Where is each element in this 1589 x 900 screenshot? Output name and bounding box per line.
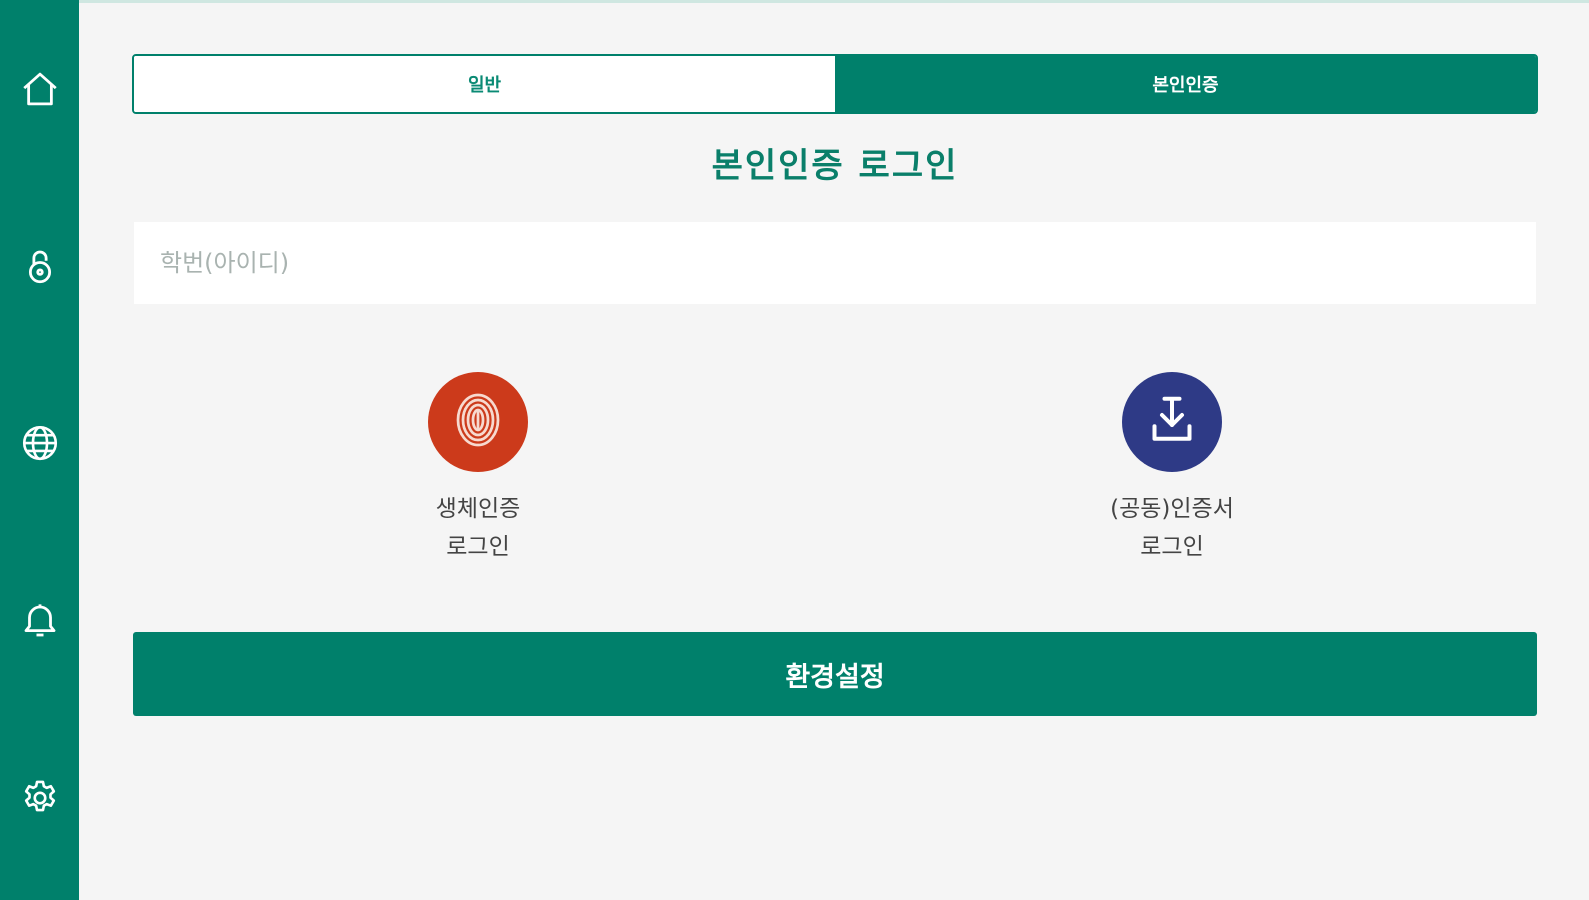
globe-icon [19, 422, 61, 468]
app-window: 일반 본인인증 본인인증 로그인 생체인증 로그인 [0, 0, 1589, 900]
settings-button[interactable]: 환경설정 [133, 632, 1537, 716]
tab-identity-verification[interactable]: 본인인증 [835, 56, 1536, 112]
sidebar-item-lock[interactable] [0, 233, 79, 303]
sidebar-item-home[interactable] [0, 56, 79, 126]
sidebar-item-notifications[interactable] [0, 588, 79, 658]
gear-icon [19, 777, 61, 823]
certificate-circle [1122, 372, 1222, 472]
certificate-login-button[interactable]: (공동)인증서 로그인 [1062, 372, 1282, 566]
home-icon [19, 68, 61, 114]
bell-icon [19, 600, 61, 646]
top-divider [79, 0, 1589, 3]
sidebar-item-globe[interactable] [0, 410, 79, 480]
lock-icon [19, 245, 61, 291]
biometric-login-button[interactable]: 생체인증 로그인 [368, 372, 588, 566]
biometric-circle [428, 372, 528, 472]
page-title: 본인인증 로그인 [711, 146, 959, 186]
login-type-tabs: 일반 본인인증 [132, 54, 1538, 114]
fingerprint-icon [448, 390, 508, 454]
sidebar [0, 0, 79, 900]
certificate-login-label: (공동)인증서 로그인 [1110, 496, 1234, 560]
tab-general[interactable]: 일반 [134, 56, 835, 112]
biometric-login-label: 생체인증 로그인 [435, 496, 521, 560]
download-icon [1142, 390, 1202, 454]
sidebar-item-settings[interactable] [0, 765, 79, 835]
student-id-input[interactable] [134, 222, 1536, 304]
